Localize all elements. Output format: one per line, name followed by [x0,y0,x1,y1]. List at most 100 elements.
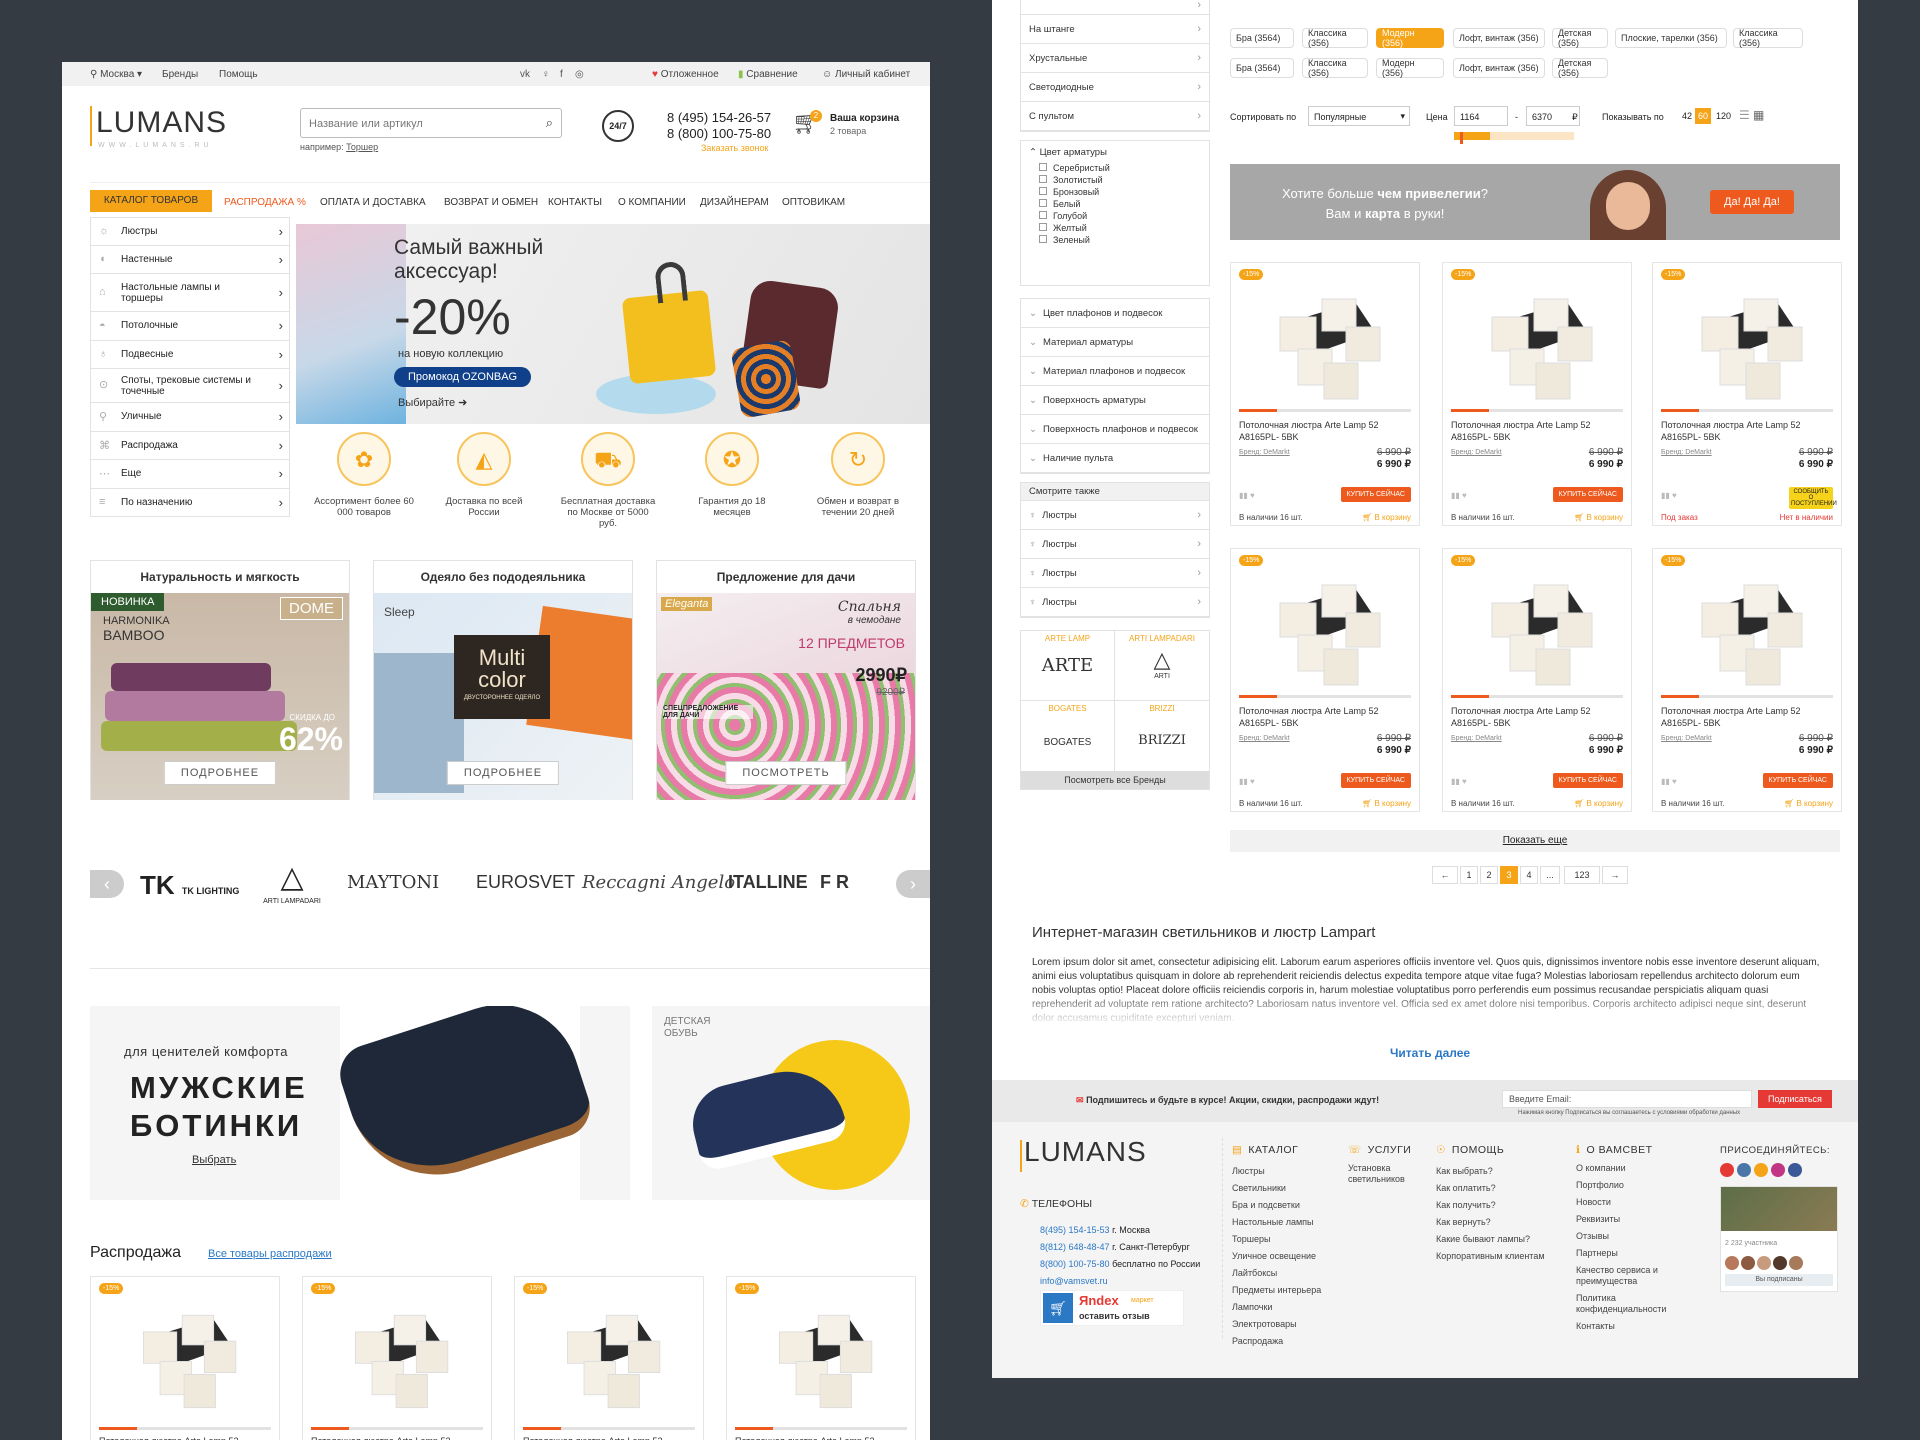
category-item[interactable]: ◓ Потолочные › [90,312,290,341]
footer-link[interactable]: Корпоративным клиентам [1436,1248,1545,1265]
compare-icon[interactable]: ▮▮ [1451,777,1460,786]
add-to-cart-link[interactable]: 🛒︎ В корзину [1574,513,1623,522]
filter-accordion-row[interactable]: ⌄ Материал арматуры [1021,328,1209,357]
compare-icon[interactable]: ▮▮ [1451,491,1460,500]
buy-now-button[interactable]: КУПИТЬ СЕЙЧАС [1762,773,1833,788]
buy-now-button[interactable]: КУПИТЬ СЕЙЧАС [1552,773,1623,788]
footer-link[interactable]: Качество сервиса и преимущества [1576,1265,1676,1287]
color-option[interactable]: Зеленый [1039,235,1191,245]
italline-logo[interactable]: ITALLINE [728,872,808,893]
product-card[interactable]: -15% Потолочная люстра Arte Lamp 52 A8165P… [1442,548,1632,812]
color-option[interactable]: Бронзовый [1039,187,1191,197]
brand-cell[interactable]: BRIZZI BRIZZI [1115,701,1209,771]
product-name[interactable]: Потолочная люстра Arte Lamp 52 [735,1435,907,1440]
filter-tag[interactable]: Классика (356) [1302,28,1368,48]
logo[interactable]: LUMANS [96,106,227,140]
product-card[interactable]: -15% Потолочная люстра Arte Lamp 52 A8165P… [1230,262,1420,526]
footer-link[interactable]: Политика конфиденциальности [1576,1293,1676,1315]
product-name[interactable]: Потолочная люстра Arte Lamp 52 A8165PL- 5… [1661,705,1833,729]
list-view-icon[interactable]: ☰ [1739,108,1750,122]
promo-card-blanket[interactable]: Одеяло без пододеяльника Sleep Multi col… [373,560,633,800]
all-brands-button[interactable]: Посмотреть все Бренды [1021,771,1209,789]
show-more-button[interactable]: Показать еще [1230,830,1840,852]
compare-icon[interactable]: ▮▮ [1661,491,1670,500]
filter-row[interactable]: Хрустальные › [1021,44,1209,73]
page-link[interactable]: 1 [1460,866,1478,884]
footer-link[interactable]: Лайтбоксы [1232,1265,1321,1282]
product-card[interactable]: -15% Потолочная люстра Arte Lamp 52 A8165P… [1652,548,1842,812]
page-link[interactable]: 2 [1480,866,1498,884]
promo-card-dacha[interactable]: Предложение для дачи Eleganta Спальня в … [656,560,916,800]
footer-link[interactable]: Электротовары [1232,1316,1321,1333]
footer-link[interactable]: Отзывы [1576,1231,1676,1242]
callback-link[interactable]: Заказать звонок [701,143,768,153]
footer-link[interactable]: О компании [1576,1163,1676,1174]
notify-button[interactable]: СООБЩИТЬ О ПОСТУПЛЕНИИ [1789,487,1837,509]
product-card[interactable]: -15% Потолочная люстра Arte Lamp 52 [302,1276,492,1440]
price-from-input[interactable]: 1164 [1454,106,1508,126]
checkbox[interactable] [1039,211,1047,219]
product-card[interactable]: -15% Потолочная люстра Arte Lamp 52 [90,1276,280,1440]
more-button[interactable]: ПОДРОБНЕЕ [446,761,560,785]
nav-about[interactable]: О КОМПАНИИ [618,197,686,208]
more-button[interactable]: ПОДРОБНЕЕ [163,761,277,785]
hero-cta[interactable]: Выбирайте ➜ [398,396,467,409]
add-to-cart-link[interactable]: 🛒︎ В корзину [1362,513,1411,522]
instagram-icon[interactable]: ◎ [575,69,584,80]
tk-logo[interactable]: TK TK LIGHTING [140,870,239,901]
add-to-cart-link[interactable]: 🛒︎ В корзину [1362,799,1411,808]
maytoni-logo[interactable]: MAYTONI [347,872,439,893]
per-page-60[interactable]: 60 [1695,108,1712,124]
compare-icon[interactable]: ▮▮ [1239,491,1248,500]
facebook-icon[interactable]: f [560,69,563,80]
brand-cell[interactable]: ARTI LAMPADARI △ ARTI [1115,631,1209,701]
compare-link[interactable]: ▮ Сравнение [738,69,798,80]
color-option[interactable]: Золотистый [1039,175,1191,185]
checkbox[interactable] [1039,223,1047,231]
footer-link[interactable]: Настольные лампы [1232,1214,1321,1231]
nav-wholesale[interactable]: ОПТОВИКАМ [782,197,845,208]
grid-view-icon[interactable]: ▦ [1753,108,1764,122]
footer-link[interactable]: Новости [1576,1197,1676,1208]
category-item[interactable]: ⌂ Настольные лампы и торшеры › [90,274,290,312]
category-item[interactable]: ◖ Настенные › [90,245,290,274]
per-page-120[interactable]: 120 [1713,108,1734,124]
footer-email[interactable]: info@vamsvet.ru [1040,1273,1200,1290]
ok-icon[interactable]: ♀ [542,69,550,80]
subscribe-button[interactable]: Подписаться [1758,1090,1832,1108]
filter-row-partial[interactable]: › [1021,0,1209,15]
brand-cell[interactable]: ARTE LAMP ARTE [1021,631,1115,701]
product-card[interactable]: -15% Потолочная люстра Arte Lamp 52 [514,1276,704,1440]
sort-select[interactable]: Популярные ▾ [1308,106,1410,126]
page-link[interactable]: → [1602,866,1628,884]
filter-tag[interactable]: Лофт, винтаж (356) [1453,28,1545,48]
checkbox[interactable] [1039,235,1047,243]
footer-link[interactable]: Люстры [1232,1163,1321,1180]
product-name[interactable]: Потолочная люстра Arte Lamp 52 A8165PL- 5… [1451,419,1623,443]
footer-link[interactable]: Как вернуть? [1436,1214,1545,1231]
boots-cta[interactable]: Выбрать [192,1154,236,1166]
instagram-icon[interactable] [1771,1163,1785,1177]
footer-link[interactable]: Торшеры [1232,1231,1321,1248]
heart-icon[interactable]: ♥ [1672,491,1677,500]
product-card[interactable]: -15% Потолочная люстра Arte Lamp 52 A8165P… [1442,262,1632,526]
footer-phone[interactable]: 8(495) 154-15-53 г. Москва [1040,1222,1200,1239]
product-name[interactable]: Потолочная люстра Arte Lamp 52 A8165PL- 5… [1239,419,1411,443]
nav-payment[interactable]: ОПЛАТА И ДОСТАВКА [320,197,426,208]
filter-row[interactable]: Светодиодные › [1021,73,1209,102]
category-item[interactable]: ⋯ Еще › [90,460,290,489]
nav-returns[interactable]: ВОЗВРАТ И ОБМЕН [444,197,538,208]
filter-tag[interactable]: Модерн (356) [1376,58,1444,78]
search-hint-value[interactable]: Торшер [346,142,378,152]
page-link[interactable]: ... [1540,866,1560,884]
footer-phone[interactable]: 8(800) 100-75-80 бесплатно по России [1040,1256,1200,1273]
filter-tag[interactable]: Бра (3564) [1230,58,1294,78]
page-link[interactable]: ← [1432,866,1458,884]
category-item[interactable]: ⚲ Уличные › [90,403,290,432]
heart-icon[interactable]: ♥ [1672,777,1677,786]
product-name[interactable]: Потолочная люстра Arte Lamp 52 A8165PL- 5… [1239,705,1411,729]
product-name[interactable]: Потолочная люстра Arte Lamp 52 [99,1435,271,1440]
sale-all-link[interactable]: Все товары распродажи [208,1248,332,1260]
footer-link[interactable]: Как оплатить? [1436,1180,1545,1197]
footer-link[interactable]: Распродажа [1232,1333,1321,1350]
